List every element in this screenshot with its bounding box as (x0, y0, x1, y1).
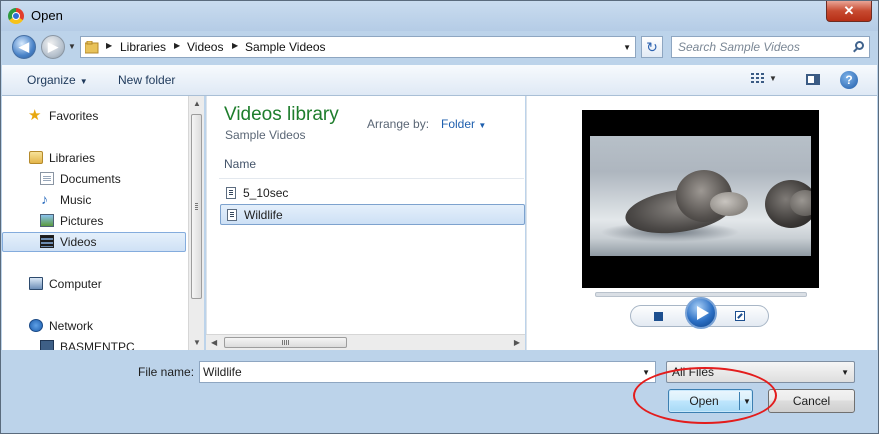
file-name: 5_10sec (243, 186, 289, 200)
forward-icon: ▶ (48, 39, 58, 54)
arrange-by-dropdown[interactable]: Folder ▼ (441, 117, 486, 131)
refresh-button[interactable]: ↻ (641, 36, 663, 58)
close-button[interactable]: ✕ (826, 1, 872, 22)
media-controls (630, 297, 769, 329)
pictures-icon (40, 214, 54, 227)
organize-label: Organize (27, 73, 76, 87)
view-options-dropdown[interactable]: ▼ (769, 74, 777, 83)
preview-pane (526, 96, 877, 350)
address-bar[interactable]: ▶ Libraries ▶ Videos ▶ Sample Videos ▼ (80, 36, 636, 58)
back-icon: ◀ (19, 39, 29, 54)
star-icon: ★ (28, 107, 42, 124)
document-icon (40, 172, 54, 185)
nav-computer[interactable]: Computer (2, 274, 186, 294)
scroll-thumb[interactable] (224, 337, 347, 348)
arrange-by-label: Arrange by: (367, 117, 430, 131)
new-folder-button[interactable]: New folder (118, 73, 175, 87)
breadcrumb-separator[interactable]: ▶ (174, 41, 180, 50)
video-frame-image (590, 136, 811, 256)
help-icon[interactable]: ? (840, 71, 858, 89)
nav-pictures-label: Pictures (60, 214, 104, 228)
address-dropdown[interactable]: ▼ (623, 43, 631, 52)
library-title: Videos library (224, 104, 339, 125)
nav-network[interactable]: Network (2, 316, 186, 336)
folder-icon (85, 41, 99, 54)
header-divider (219, 178, 524, 179)
popout-icon[interactable] (735, 311, 745, 321)
nav-videos-label: Videos (60, 235, 97, 249)
scroll-right-arrow[interactable]: ▶ (514, 338, 520, 347)
play-icon[interactable] (685, 297, 717, 329)
computer-icon (40, 340, 54, 350)
nav-favorites[interactable]: ★ Favorites (2, 106, 186, 126)
nav-music[interactable]: ♪ Music (2, 190, 186, 210)
network-icon (29, 319, 43, 332)
window-title: Open (31, 8, 63, 23)
scroll-up-arrow[interactable]: ▲ (193, 99, 201, 108)
stop-icon[interactable] (654, 312, 663, 321)
open-dialog: Open ✕ ◀ ▶ ▼ ▶ Libraries ▶ Videos ▶ Samp… (0, 0, 879, 434)
search-input[interactable]: Search Sample Videos (678, 40, 800, 54)
change-view-button[interactable] (751, 73, 765, 85)
nav-basmentpc-label: BASMENTPC (60, 340, 135, 350)
file-name: Wildlife (244, 208, 283, 222)
command-bar: Organize ▼ New folder ▼ ? (2, 65, 877, 96)
nav-computer-label: Computer (49, 277, 102, 291)
computer-icon (29, 277, 43, 290)
highlight-annotation (633, 367, 777, 424)
nav-favorites-label: Favorites (49, 109, 99, 123)
breadcrumb-videos[interactable]: Videos (187, 40, 223, 54)
nav-documents[interactable]: Documents (2, 169, 186, 189)
nav-videos[interactable]: Videos (2, 232, 186, 252)
file-list-pane: Videos library Sample Videos Arrange by:… (206, 96, 525, 350)
file-item[interactable]: 5_10sec (220, 183, 525, 204)
title-bar[interactable]: Open ✕ (1, 1, 878, 31)
videos-icon (40, 235, 54, 248)
back-button[interactable]: ◀ (12, 35, 36, 59)
search-box[interactable]: Search Sample Videos (671, 36, 870, 58)
nav-music-label: Music (60, 193, 92, 207)
navigation-scrollbar[interactable]: ▲ ▼ (188, 96, 204, 350)
chevron-down-icon: ▼ (841, 368, 849, 377)
search-icon[interactable] (855, 41, 864, 50)
chevron-down-icon: ▼ (478, 121, 487, 130)
video-file-icon (227, 209, 237, 221)
scroll-down-arrow[interactable]: ▼ (193, 338, 201, 347)
breadcrumb-sample-videos[interactable]: Sample Videos (245, 40, 326, 54)
file-list-scrollbar[interactable]: ◀ ▶ (206, 334, 525, 350)
preview-pane-button[interactable] (806, 74, 820, 85)
library-icon (29, 151, 43, 164)
file-item-selected[interactable]: Wildlife (220, 204, 525, 225)
navigation-pane: ★ Favorites Libraries Documents ♪ Music … (2, 96, 188, 350)
refresh-icon: ↻ (646, 39, 658, 55)
file-name-label: File name: (138, 365, 195, 379)
cancel-button[interactable]: Cancel (768, 389, 855, 413)
file-name-dropdown[interactable]: ▼ (642, 368, 650, 377)
chrome-icon (8, 8, 24, 24)
nav-libraries[interactable]: Libraries (2, 148, 186, 168)
nav-documents-label: Documents (60, 172, 121, 186)
forward-button[interactable]: ▶ (41, 35, 65, 59)
nav-basmentpc[interactable]: BASMENTPC (2, 337, 186, 350)
video-preview[interactable] (582, 110, 819, 288)
chevron-down-icon: ▼ (79, 77, 88, 86)
nav-pictures[interactable]: Pictures (2, 211, 186, 231)
column-header-name[interactable]: Name (224, 157, 256, 171)
nav-network-label: Network (49, 319, 94, 333)
breadcrumb-separator[interactable]: ▶ (106, 41, 112, 50)
scroll-left-arrow[interactable]: ◀ (211, 338, 217, 347)
organize-menu[interactable]: Organize ▼ (27, 73, 88, 87)
file-name-input[interactable] (203, 365, 633, 379)
file-name-field[interactable]: ▼ (199, 361, 656, 383)
scroll-thumb[interactable] (191, 114, 202, 299)
recent-pages-dropdown[interactable]: ▼ (68, 42, 76, 51)
music-icon: ♪ (41, 191, 48, 207)
breadcrumb-separator[interactable]: ▶ (232, 41, 238, 50)
arrange-by-value: Folder (441, 117, 476, 131)
breadcrumb-libraries[interactable]: Libraries (120, 40, 166, 54)
nav-libraries-label: Libraries (49, 151, 96, 165)
video-file-icon (226, 187, 236, 199)
library-subtitle: Sample Videos (225, 128, 306, 142)
